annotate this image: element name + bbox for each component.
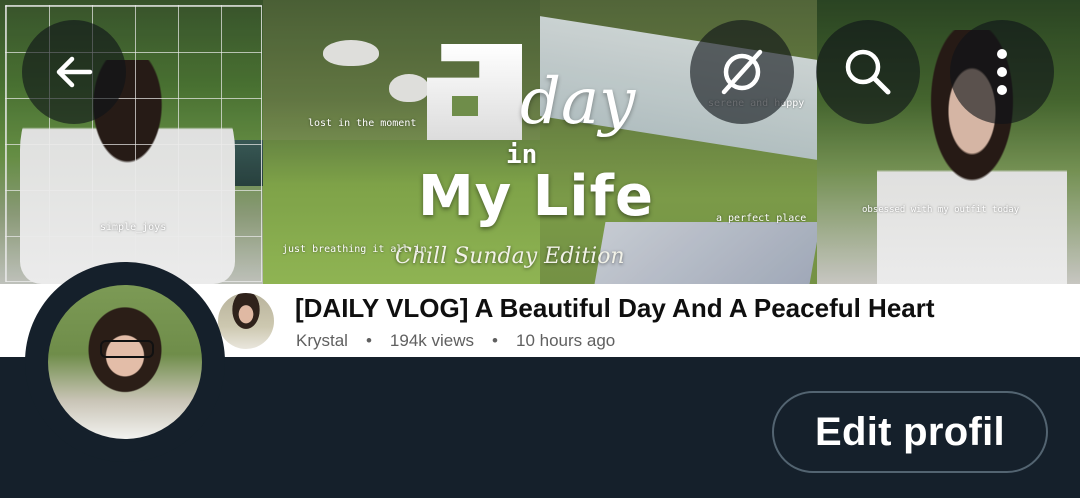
profile-avatar-ring [25,262,225,462]
arrow-left-icon [56,56,93,88]
banner-caption: just breathing it all in [282,244,427,255]
banner-caption: simple_joys [100,222,167,233]
profile-page: day in My Life Chill Sunday Edition lost… [0,0,1080,498]
banner-title-edition: Chill Sunday Edition [395,244,625,269]
profile-banner[interactable]: day in My Life Chill Sunday Edition lost… [0,0,1080,284]
banner-caption: a perfect place [716,213,807,224]
view-count: 194k views [389,331,475,350]
banner-caption: obsessed with my outfit today [862,205,1020,215]
grok-button[interactable] [690,20,794,124]
meta-separator: • [492,331,498,350]
channel-avatar[interactable] [218,293,274,349]
video-title[interactable]: [DAILY VLOG] A Beautiful Day And A Peace… [295,293,935,324]
more-vertical-icon [997,49,1007,95]
more-options-button[interactable] [950,20,1054,124]
banner-title-my-life: My Life [418,164,654,229]
banner-tint [0,0,1080,284]
profile-avatar[interactable] [48,285,202,439]
banner-title-day: day [520,65,636,139]
channel-name[interactable]: Krystal [296,331,348,351]
banner-caption: lost in the moment [308,118,417,129]
video-meta: Krystal • 194k views • 10 hours ago [296,331,615,351]
glasses-shape [100,340,154,358]
edit-profile-button[interactable]: Edit profil [772,391,1048,473]
search-icon [845,49,891,95]
title-letter-a-counter [452,96,478,116]
upload-time: 10 hours ago [515,331,616,350]
grok-icon [721,49,763,95]
back-button[interactable] [22,20,126,124]
meta-separator: • [365,331,372,350]
search-button[interactable] [816,20,920,124]
title-letter-a-shape [427,44,522,140]
